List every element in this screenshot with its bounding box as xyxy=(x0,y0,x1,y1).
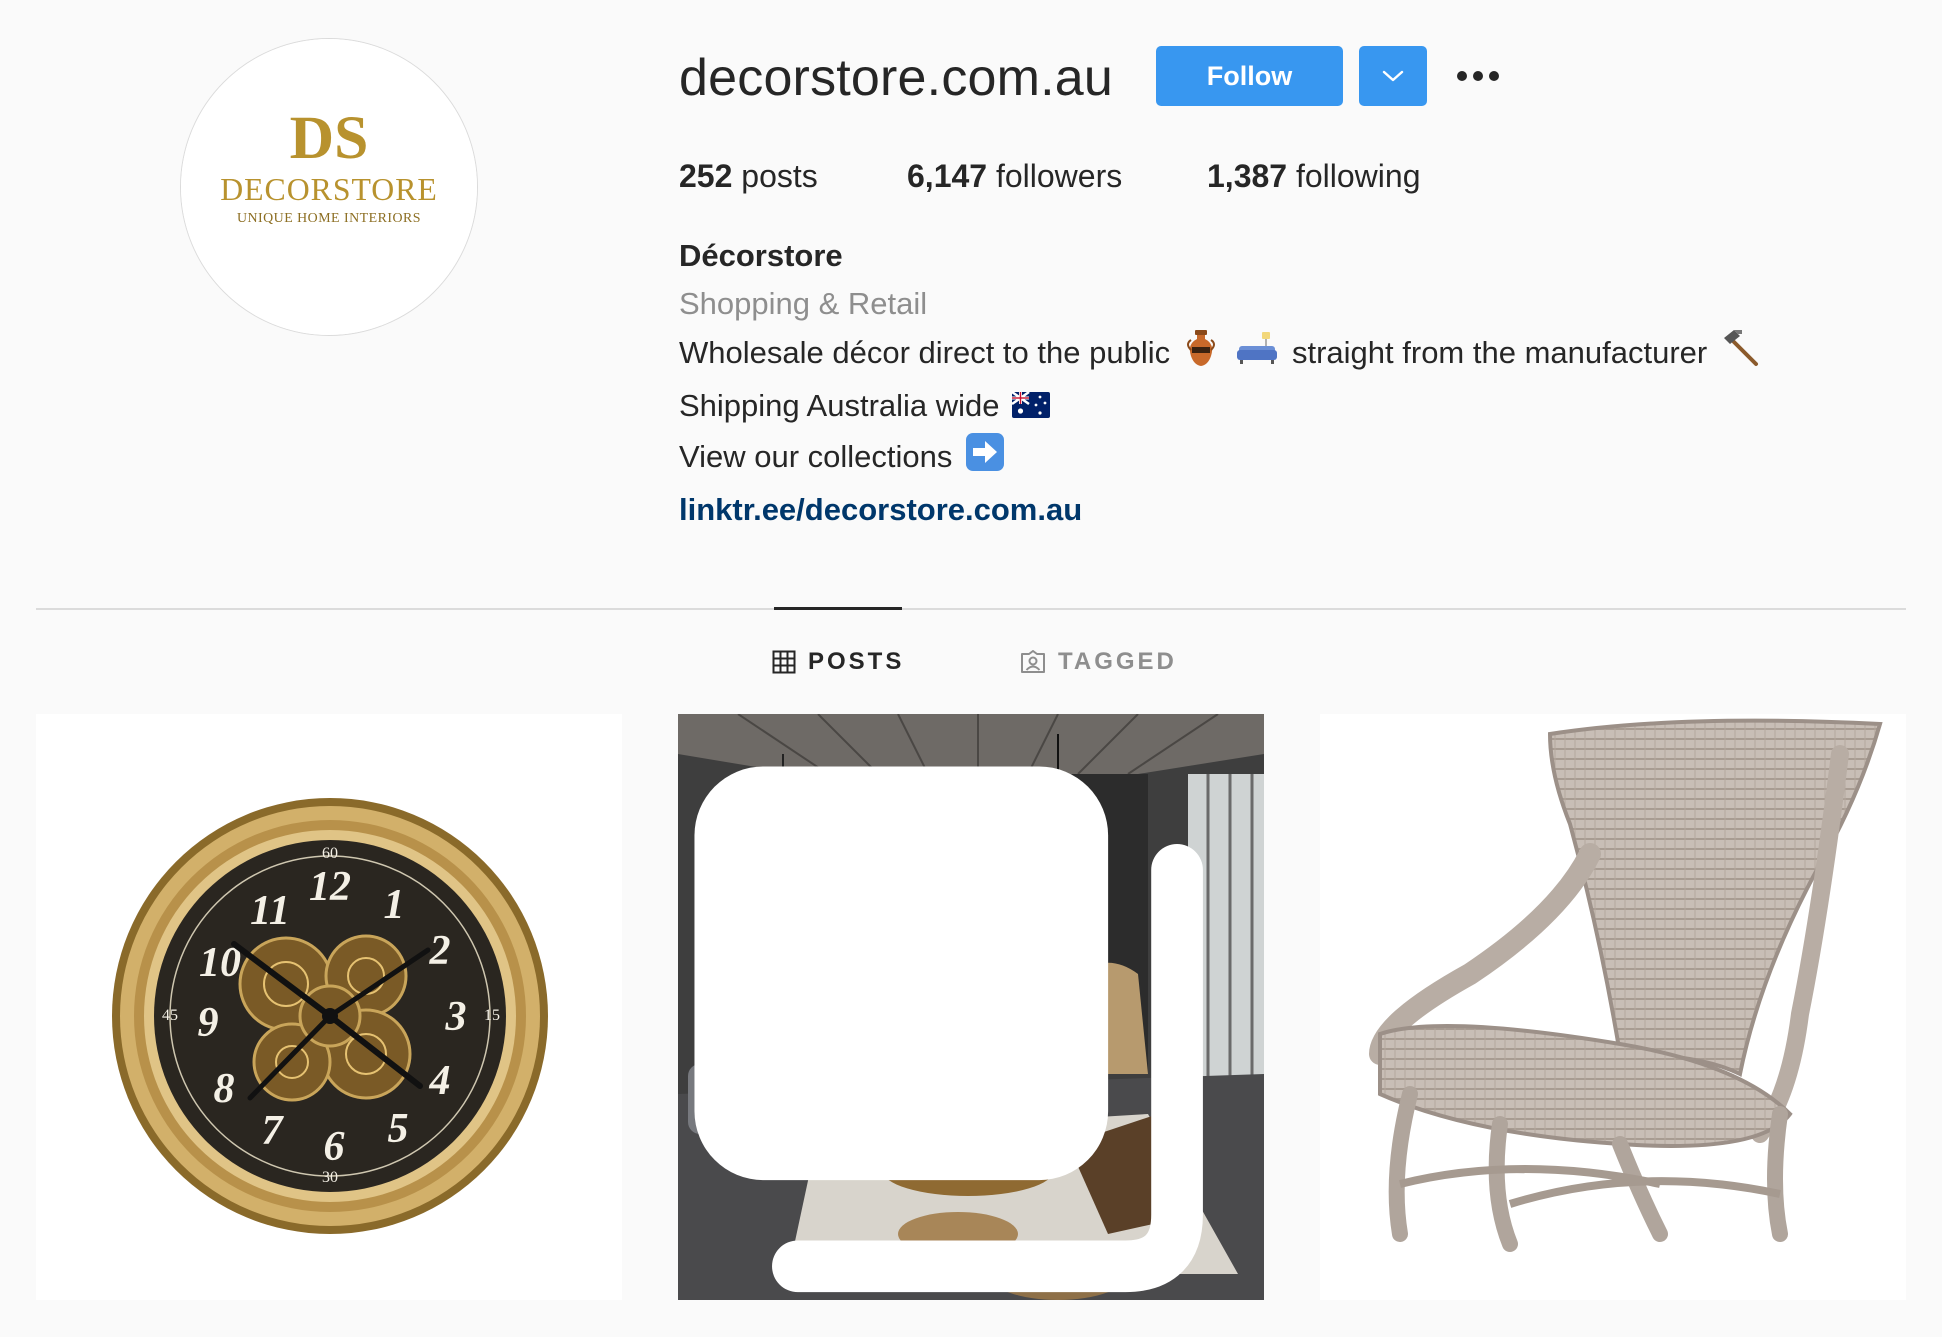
bio-line-2-text: Shipping Australia wide xyxy=(679,388,1000,423)
profile-page: DS DECORSTORE UNIQUE HOME INTERIORS deco… xyxy=(0,0,1942,1337)
svg-text:UNIQUE HOME INTERIORS: UNIQUE HOME INTERIORS xyxy=(237,211,421,226)
post-tile-clock[interactable]: 12 1 2 3 4 5 6 7 8 9 10 11 60 15 30 45 xyxy=(36,714,622,1300)
following-link[interactable]: 1,387 following xyxy=(1207,150,1420,202)
svg-text:DECORSTORE: DECORSTORE xyxy=(220,172,438,207)
clock-numeral-5: 5 xyxy=(388,1106,409,1152)
following-count-value: 1,387 xyxy=(1207,158,1288,194)
tab-tagged[interactable]: TAGGED xyxy=(1020,646,1177,678)
bio-line-2: Shipping Australia wide xyxy=(679,382,1919,432)
tabs-divider xyxy=(36,608,1906,610)
couch-icon xyxy=(1235,330,1279,380)
australia-flag-icon xyxy=(1011,384,1051,432)
suggested-accounts-dropdown-button[interactable] xyxy=(1359,46,1427,106)
clock-numeral-3: 3 xyxy=(445,994,467,1040)
bio-line-3: View our collections xyxy=(679,432,1919,486)
right-arrow-icon xyxy=(965,432,1005,486)
bio-link-row: linktr.ee/decorstore.com.au xyxy=(679,486,1919,534)
clock-numeral-6: 6 xyxy=(324,1124,345,1170)
gear-wall-clock-image: 12 1 2 3 4 5 6 7 8 9 10 11 60 15 30 45 xyxy=(36,714,622,1300)
tagged-icon xyxy=(1021,650,1045,673)
clock-numeral-12: 12 xyxy=(309,864,351,910)
profile-username: decorstore.com.au xyxy=(679,49,1114,107)
more-options-icon xyxy=(1457,71,1499,81)
follow-button[interactable]: Follow xyxy=(1156,46,1343,106)
clock-minute-45: 45 xyxy=(162,1007,178,1024)
tab-posts[interactable]: POSTS xyxy=(772,646,904,678)
clock-minute-15: 15 xyxy=(484,1007,500,1024)
active-tab-indicator xyxy=(774,607,902,610)
followers-link[interactable]: 6,147 followers xyxy=(907,150,1122,202)
bio-external-link[interactable]: linktr.ee/decorstore.com.au xyxy=(679,492,1082,527)
clock-minute-30: 30 xyxy=(322,1169,338,1186)
grid-icon xyxy=(772,650,796,674)
bio-full-name: Décorstore xyxy=(679,238,843,273)
chevron-down-icon xyxy=(1382,70,1404,82)
tab-posts-label: POSTS xyxy=(808,648,905,675)
bio-line-1-text-a: Wholesale décor direct to the public xyxy=(679,335,1171,371)
tab-tagged-label: TAGGED xyxy=(1058,648,1177,675)
clock-numeral-7: 7 xyxy=(262,1108,285,1154)
clock-numeral-4: 4 xyxy=(429,1058,451,1104)
bio-line-1: Wholesale décor direct to the public str… xyxy=(679,328,1919,382)
bio-line-1-text-b: straight from the manufacturer xyxy=(1291,335,1708,371)
clock-numeral-2: 2 xyxy=(429,928,451,974)
amphora-icon xyxy=(1183,328,1219,382)
clock-numeral-8: 8 xyxy=(214,1066,235,1112)
clock-numeral-1: 1 xyxy=(384,882,405,928)
hammer-icon xyxy=(1720,328,1760,382)
followers-count-label: followers xyxy=(995,158,1123,194)
svg-text:DS: DS xyxy=(290,104,369,172)
profile-avatar[interactable]: DS DECORSTORE UNIQUE HOME INTERIORS xyxy=(180,38,478,336)
clock-numeral-11: 11 xyxy=(250,888,290,934)
posts-count-value: 252 xyxy=(679,158,733,194)
bio-line-3-text: View our collections xyxy=(679,439,953,474)
post-tile-living-room[interactable] xyxy=(678,714,1264,1300)
clock-minute-60: 60 xyxy=(322,845,338,862)
post-tile-wicker-chair[interactable] xyxy=(1320,714,1906,1300)
followers-count-value: 6,147 xyxy=(907,158,988,194)
multiple-photos-icon xyxy=(694,766,1203,1293)
posts-count-label: posts xyxy=(741,158,818,194)
more-options-button[interactable] xyxy=(1448,50,1508,102)
clock-numeral-9: 9 xyxy=(198,1000,219,1046)
following-count-label: following xyxy=(1295,158,1421,194)
wicker-chair-image xyxy=(1320,714,1906,1300)
decorstore-logo: DS DECORSTORE UNIQUE HOME INTERIORS xyxy=(181,39,477,335)
posts-count: 252 posts xyxy=(679,150,818,202)
profile-bio: Décorstore Shopping & Retail Wholesale d… xyxy=(679,232,1919,534)
bio-category: Shopping & Retail xyxy=(679,286,928,321)
